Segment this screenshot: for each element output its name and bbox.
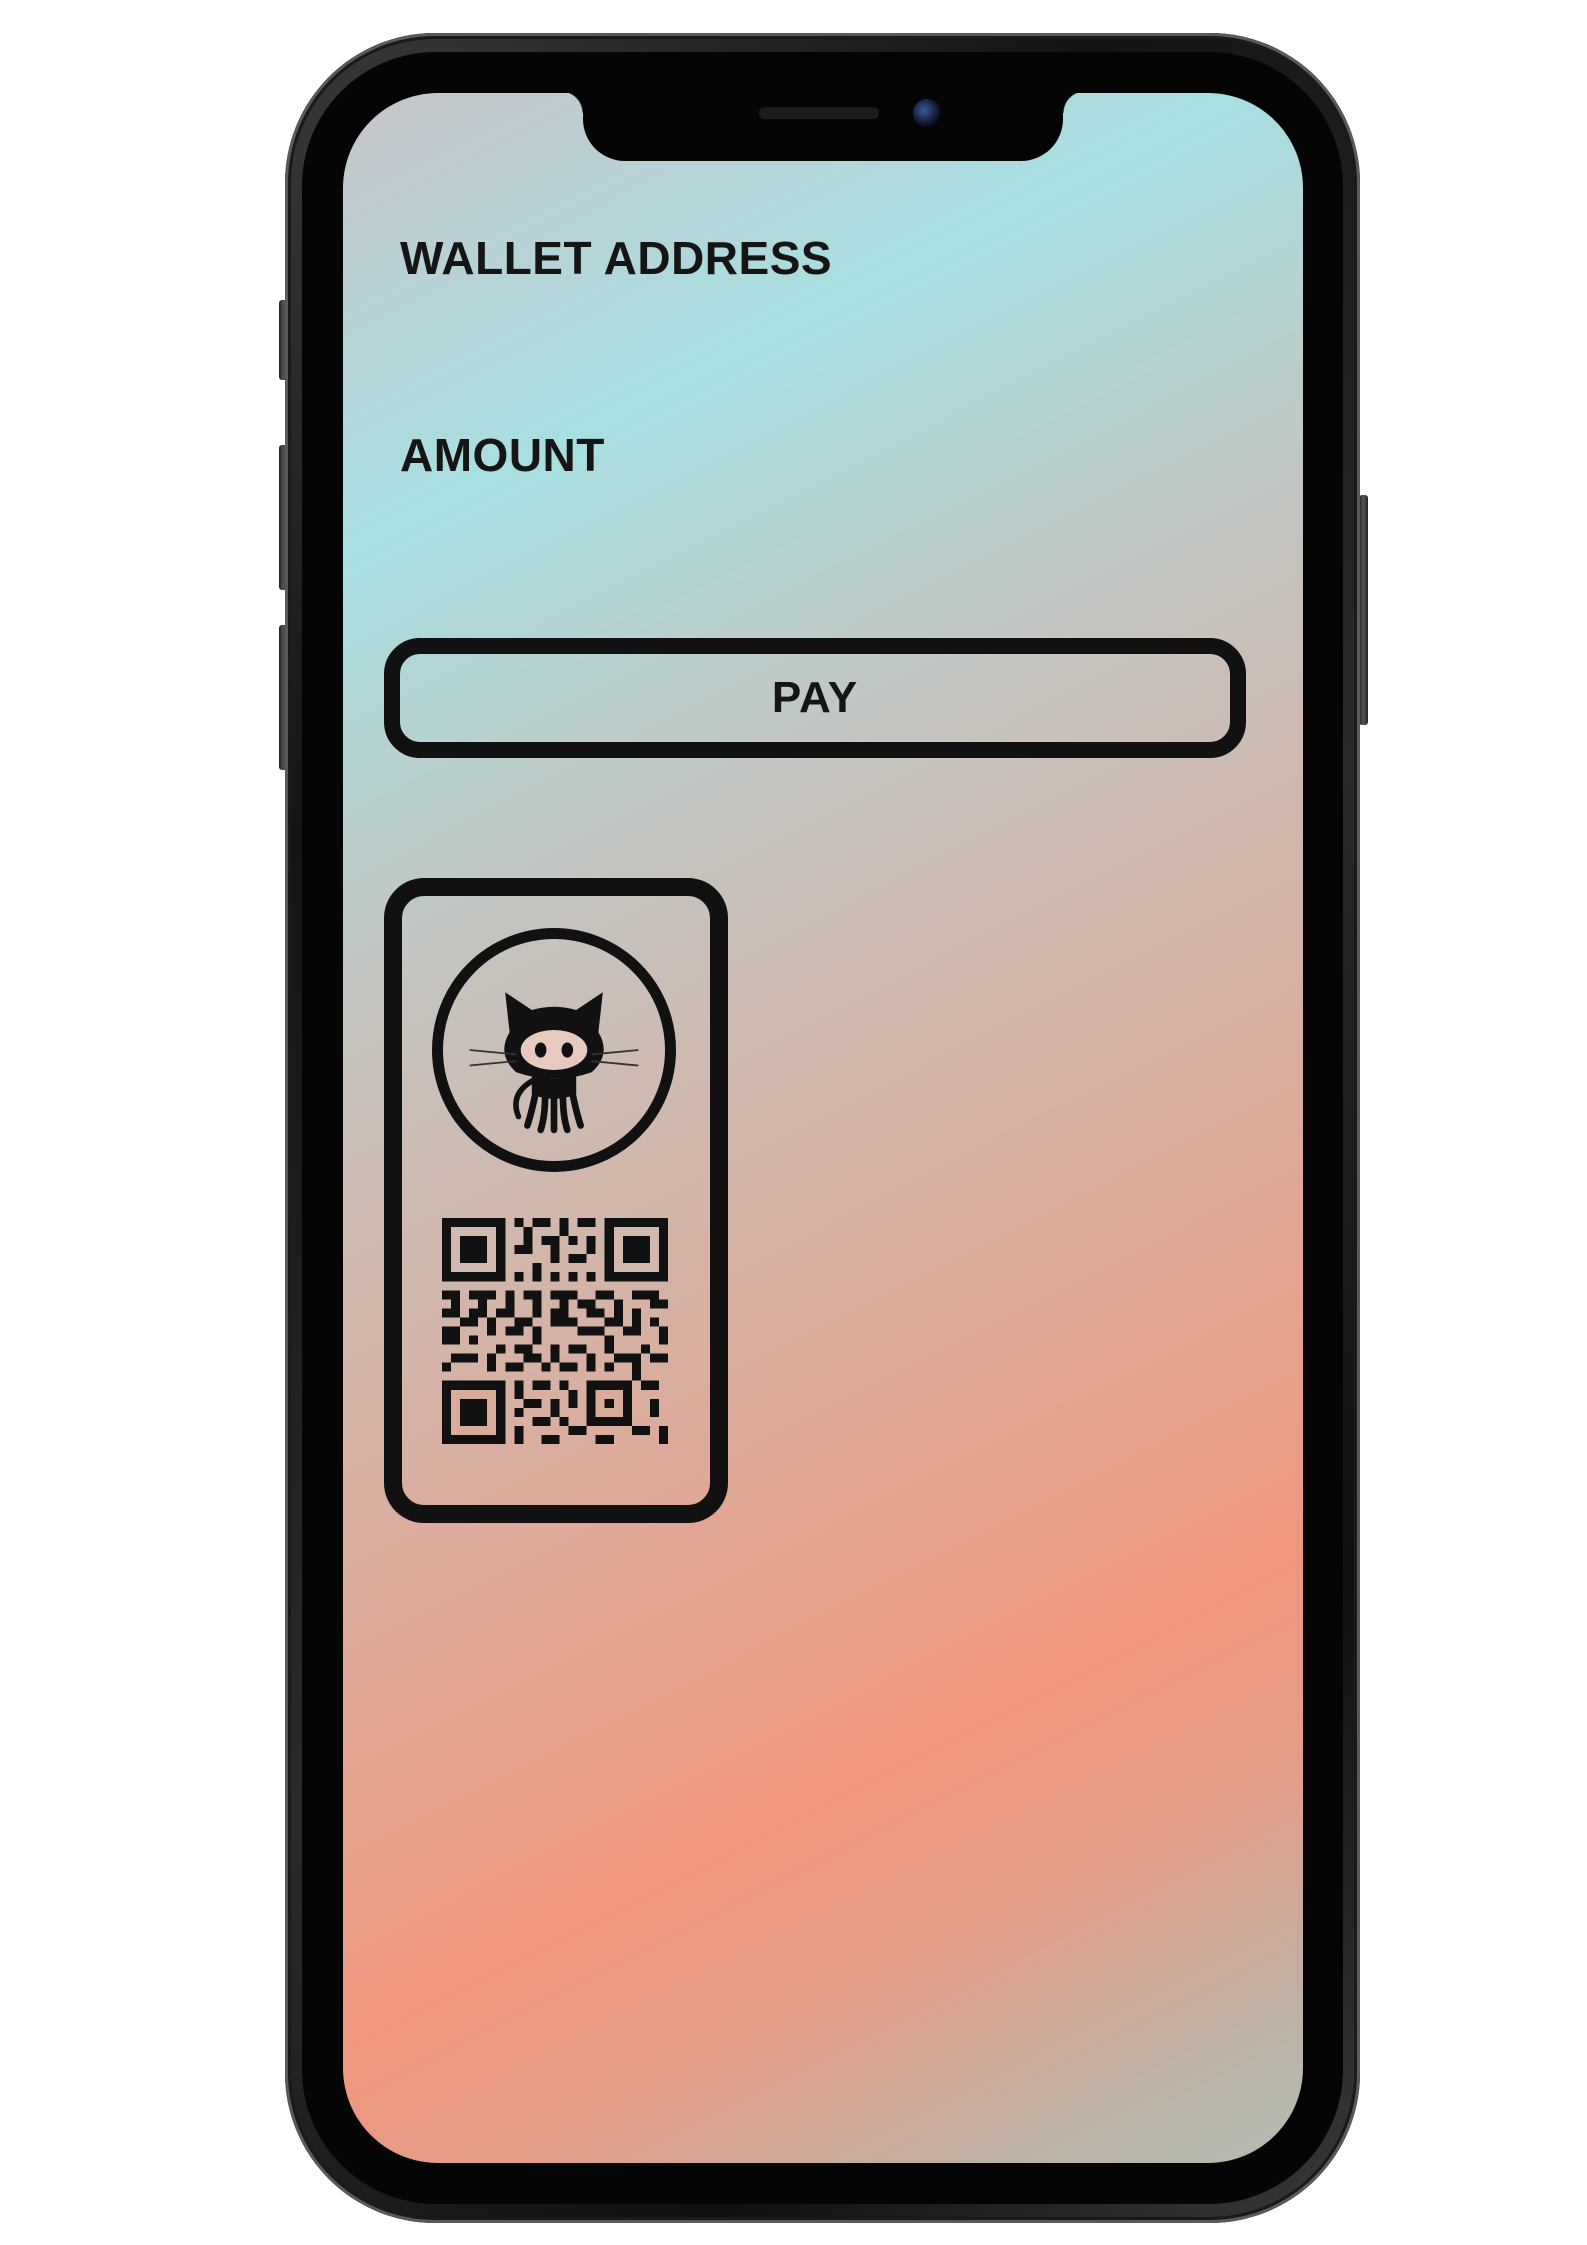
device-mockup: WALLET ADDRESS AMOUNT PAY [0,0,1587,2245]
front-camera [913,99,941,127]
octocat-icon [432,928,676,1172]
pay-button[interactable]: PAY [384,638,1246,758]
amount-label: AMOUNT [400,429,605,481]
qr-code-icon [442,1218,668,1444]
app-screen: WALLET ADDRESS AMOUNT PAY [343,93,1303,2163]
pay-button-label: PAY [771,673,859,722]
power-button [1359,495,1368,725]
earpiece-speaker [759,107,879,119]
wallet-address-label: WALLET ADDRESS [400,232,833,284]
payment-card [384,878,728,1523]
notch [561,93,1085,161]
